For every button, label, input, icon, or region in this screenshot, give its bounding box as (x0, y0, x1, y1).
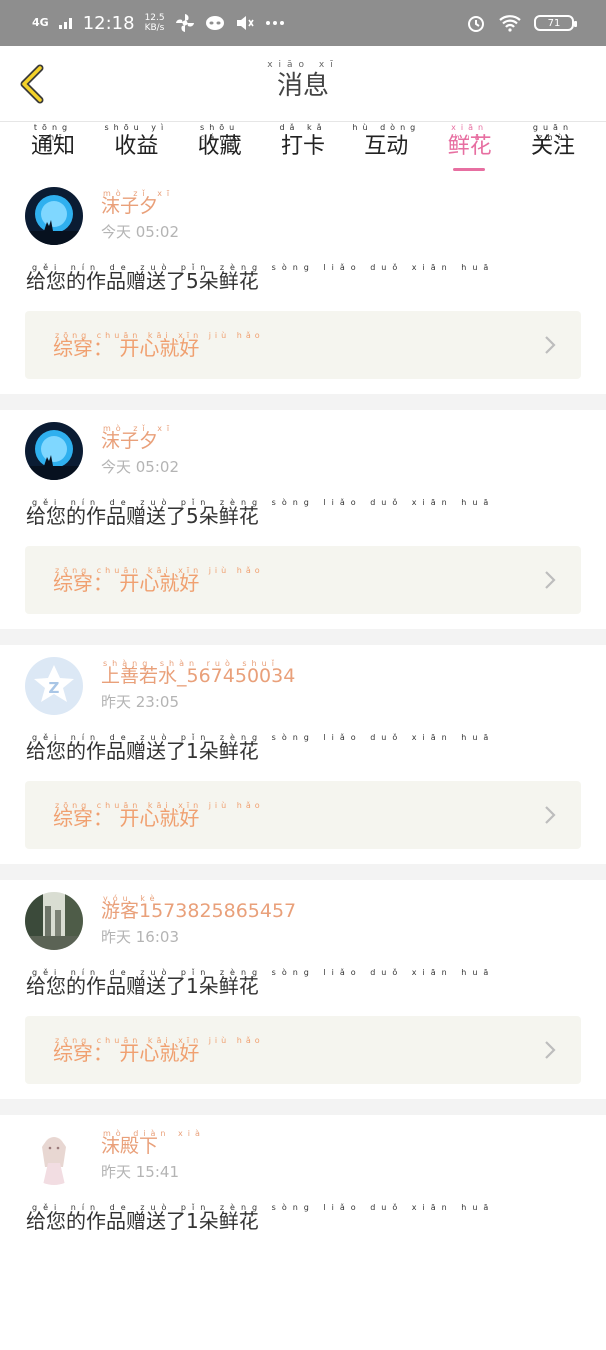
message-time: 昨天 23:05 (101, 693, 179, 711)
moon-silhouette-avatar[interactable] (25, 187, 83, 245)
tab-pinyin: tōng zhī (33, 123, 73, 142)
qq-default-avatar[interactable]: Z (25, 657, 83, 715)
page-title-pinyin: xiāo xī (267, 60, 339, 70)
anime-avatar-image (25, 1127, 83, 1185)
header: xiāo xī 消息 (0, 46, 606, 122)
work-title: 综穿： 开心就好 (53, 806, 200, 830)
username[interactable]: 沫殿下 (101, 1135, 158, 1157)
fan-icon (175, 14, 194, 32)
net-speed-value: 12.5 (144, 13, 165, 23)
tab-label: 收藏 (197, 134, 242, 159)
tab-interaction[interactable]: hù dòng 互动 (351, 123, 421, 175)
chevron-right-icon (545, 806, 556, 824)
network-indicator: 4G (32, 16, 49, 29)
message-text: 给您的作品赠送了1朵鲜花 (26, 974, 259, 998)
message-time: 昨天 16:03 (101, 928, 179, 946)
message-text: 给您的作品赠送了5朵鲜花 (26, 269, 259, 293)
moon-avatar-image (25, 422, 83, 480)
message-card: Z shàng shàn ruò shuǐ 上善若水_567450034 昨天 … (0, 645, 606, 880)
username[interactable]: 沫子夕 (101, 430, 158, 452)
alarm-icon (468, 16, 484, 32)
net-speed: 12.5 KB/s (145, 13, 165, 33)
work-link[interactable]: zōng chuān kāi xīn jiù hǎo 综穿： 开心就好 (25, 311, 581, 379)
message-card: mò zǐ xī 沫子夕 今天 05:02 gěi nín de zuò pǐn… (0, 410, 606, 645)
message-time: 今天 05:02 (101, 458, 179, 476)
volume-muted-icon (236, 16, 254, 30)
page-title: 消息 (276, 71, 329, 101)
tab-pinyin: shōu yì (104, 123, 169, 132)
work-title: 综穿： 开心就好 (53, 571, 200, 595)
tab-label: 通知 (30, 134, 75, 159)
tab-label: 打卡 (280, 134, 325, 159)
tab-notice[interactable]: tōng zhī 通知 (18, 123, 88, 175)
work-title: 综穿： 开心就好 (53, 1041, 200, 1065)
message-time: 昨天 15:41 (101, 1163, 179, 1181)
message-text: 给您的作品赠送了1朵鲜花 (26, 1209, 259, 1233)
chevron-right-icon (545, 336, 556, 354)
tab-bar: tōng zhī 通知 shōu yì 收益 shōu cáng 收藏 dǎ k… (0, 123, 606, 175)
svg-text:Z: Z (49, 679, 60, 697)
tab-favorites[interactable]: shōu cáng 收藏 (185, 123, 255, 175)
message-text: 给您的作品赠送了5朵鲜花 (26, 504, 259, 528)
more-dots-icon (265, 21, 284, 25)
message-card: yóu kè 游客15738258654​57 昨天 16:03 gěi nín… (0, 880, 606, 1115)
chevron-right-icon (545, 1041, 556, 1059)
mask-icon (205, 16, 224, 30)
net-speed-unit: KB/s (144, 23, 165, 33)
work-link[interactable]: zōng chuān kāi xīn jiù hǎo 综穿： 开心就好 (25, 1016, 581, 1084)
work-link[interactable]: zōng chuān kāi xīn jiù hǎo 综穿： 开心就好 (25, 546, 581, 614)
tab-label: 鲜花 (447, 134, 492, 159)
active-tab-indicator (452, 168, 485, 171)
anime-girl-avatar[interactable] (25, 1127, 83, 1185)
tab-label: 收益 (114, 134, 159, 159)
page-title-wrap: xiāo xī 消息 (0, 60, 606, 102)
username[interactable]: 沫子夕 (101, 195, 158, 217)
landscape-photo-avatar[interactable] (25, 892, 83, 950)
tab-pinyin: guān zhù (532, 123, 574, 142)
wifi-icon (499, 15, 521, 32)
tab-checkin[interactable]: dǎ kǎ 打卡 (268, 123, 338, 175)
work-title: 综穿： 开心就好 (53, 336, 200, 360)
chevron-right-icon (545, 571, 556, 589)
tab-follow[interactable]: guān zhù 关注 (518, 123, 588, 175)
moon-avatar-image (25, 187, 83, 245)
signal-icon (58, 18, 72, 29)
message-text: 给您的作品赠送了1朵鲜花 (26, 739, 259, 763)
landscape-avatar-image (25, 892, 83, 950)
tab-earnings[interactable]: shōu yì 收益 (101, 123, 171, 175)
tab-pinyin: shōu cáng (199, 123, 240, 142)
tab-label: 互动 (364, 134, 409, 159)
tab-pinyin: xiān huā (451, 123, 489, 142)
clock: 12:18 (82, 12, 135, 34)
tab-pinyin: dǎ kǎ (279, 123, 327, 132)
message-list: mò zǐ xī 沫子夕 今天 05:02 gěi nín de zuò pǐn… (0, 175, 606, 1350)
message-card: mò diàn xià 沫殿下 昨天 15:41 gěi nín de zuò … (0, 1115, 606, 1350)
work-link[interactable]: zōng chuān kāi xīn jiù hǎo 综穿： 开心就好 (25, 781, 581, 849)
battery-level: 71 (547, 17, 561, 29)
qq-avatar-image: Z (25, 657, 83, 715)
tab-pinyin: hù dòng (352, 123, 421, 132)
moon-silhouette-avatar[interactable] (25, 422, 83, 480)
battery-icon: 71 (534, 15, 577, 31)
message-time: 今天 05:02 (101, 223, 179, 241)
tab-label: 关注 (530, 134, 575, 159)
tab-flowers[interactable]: xiān huā 鲜花 (435, 123, 505, 175)
username[interactable]: 上善若水_567450034 (101, 665, 295, 687)
username[interactable]: 游客15738258654​57 (101, 900, 296, 922)
message-card: mò zǐ xī 沫子夕 今天 05:02 gěi nín de zuò pǐn… (0, 175, 606, 410)
status-bar: 4G 12:18 12.5 KB/s 71 (0, 0, 606, 46)
